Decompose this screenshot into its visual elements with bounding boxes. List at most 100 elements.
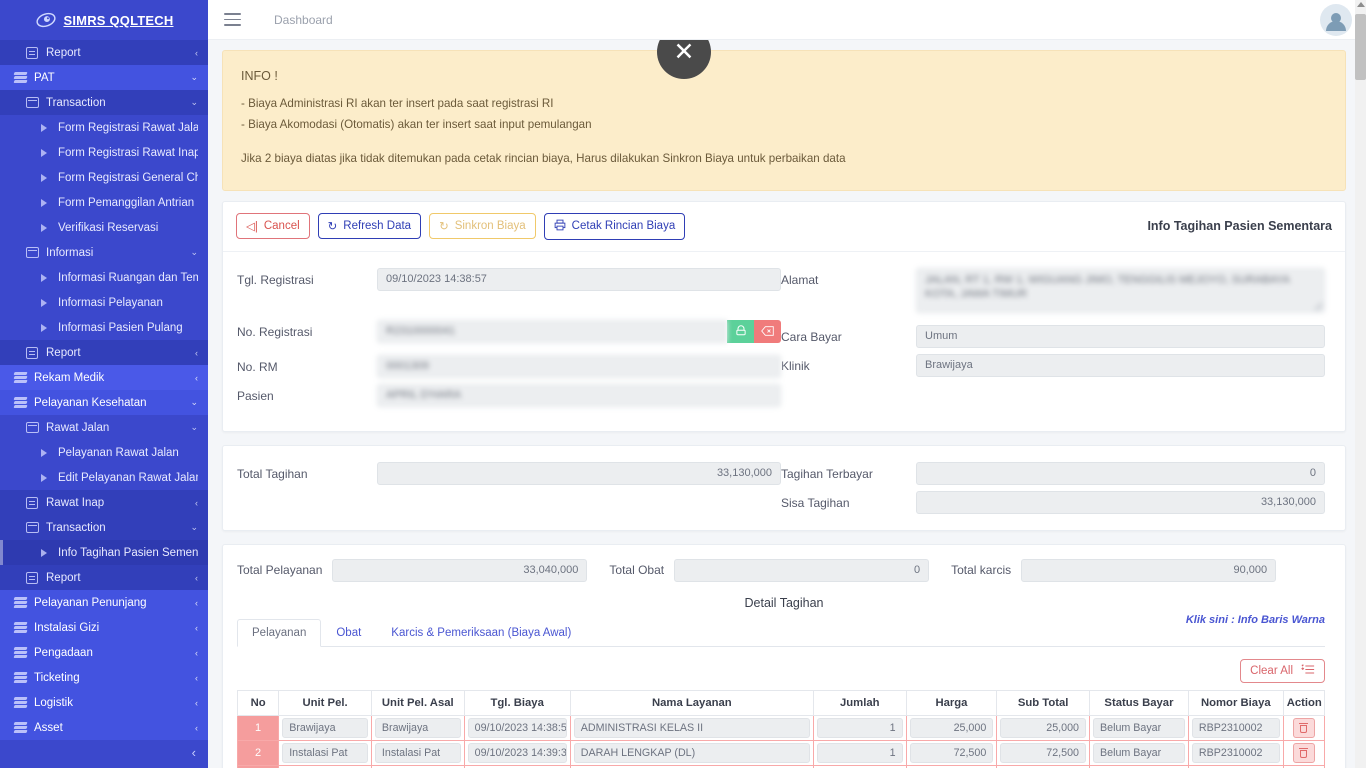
cell-value[interactable]: DARAH LENGKAP (DL)	[573, 742, 810, 763]
sidebar-item-report[interactable]: Report ‹	[0, 340, 208, 365]
delete-row-button[interactable]	[1292, 742, 1315, 763]
sidebar-item-rawat-jalan[interactable]: Rawat Jalan ⌄	[0, 415, 208, 440]
cell-value[interactable]: 09/10/2023 14:38:57	[467, 717, 567, 738]
sidebar-item-edit-pelayanan-rawat-jalan[interactable]: Edit Pelayanan Rawat Jalan	[0, 465, 208, 490]
radar-logo-icon	[35, 9, 57, 31]
alamat-textarea[interactable]: JALAN, RT 1, RW 1, WIGUANG JIMO, TENGGIL…	[916, 267, 1325, 313]
cell-value[interactable]: 1	[816, 717, 903, 738]
tgl-registrasi-label: Tgl. Registrasi	[237, 272, 314, 287]
cell-tgl: 09/10/2023 14:38:57	[463, 714, 571, 741]
sidebar-item-form-registrasi-general-checkup[interactable]: Form Registrasi General Checkup	[0, 165, 208, 190]
sidebar-item-label: PAT	[34, 71, 55, 84]
sidebar-item-pat[interactable]: PAT ⌄	[0, 65, 208, 90]
cancel-button-label: Cancel	[263, 220, 300, 233]
tab-pelayanan[interactable]: Pelayanan	[237, 618, 322, 647]
form-left-column: Tgl. Registrasi 09/10/2023 14:38:57 No. …	[237, 267, 781, 413]
cancel-button[interactable]: ◁| Cancel	[236, 213, 310, 240]
lock-icon[interactable]	[727, 319, 754, 343]
cell-status: Belum Bayar	[1089, 739, 1189, 766]
cell-value[interactable]: 25,000	[909, 717, 994, 738]
sidebar-item-transaction[interactable]: Transaction ⌄	[0, 90, 208, 115]
cell-value[interactable]: Brawijaya	[374, 717, 461, 738]
sidebar-item-label: Rekam Medik	[34, 371, 105, 384]
table-row[interactable]: 2 Instalasi Pat Instalasi Pat 09/10/2023 14…	[236, 739, 1326, 766]
cell-value[interactable]: RBP2310002	[1191, 742, 1280, 763]
sidebar-item-label: Edit Pelayanan Rawat Jalan	[58, 471, 198, 484]
stack-icon	[6, 597, 34, 609]
field-sisa-tagihan: Sisa Tagihan 33,130,000	[781, 490, 1325, 514]
cell-value[interactable]: Belum Bayar	[1093, 717, 1185, 738]
klinik-input[interactable]: Brawijaya	[916, 353, 1325, 377]
sinkron-biaya-button[interactable]: ↻ Sinkron Biaya	[429, 213, 536, 240]
table-row[interactable]: 1 Brawijaya Brawijaya 09/10/2023 14:38:57 AD…	[236, 714, 1326, 741]
sidebar-item-form-registrasi-rawat-inap[interactable]: Form Registrasi Rawat Inap	[0, 140, 208, 165]
brand[interactable]: SIMRS QQLTECH	[0, 0, 208, 40]
sidebar-item-info-tagihan-pasien-sementara[interactable]: Info Tagihan Pasien Sementara	[0, 540, 208, 565]
sidebar-item-asset[interactable]: Asset ‹	[0, 715, 208, 740]
clear-all-label: Clear All	[1250, 664, 1293, 677]
cell-value[interactable]: Belum Bayar	[1093, 742, 1185, 763]
sidebar-item-informasi-pasien-pulang[interactable]: Informasi Pasien Pulang	[0, 315, 208, 340]
sidebar-item-pelayanan-penunjang[interactable]: Pelayanan Penunjang ‹	[0, 590, 208, 615]
cell-value[interactable]: 09/10/2023 14:39:36	[467, 742, 567, 763]
clear-all-button[interactable]: Clear All	[1240, 658, 1325, 683]
sidebar-item-instalasi-gizi[interactable]: Instalasi Gizi ‹	[0, 615, 208, 640]
sidebar-item-rekam-medik[interactable]: Rekam Medik ‹	[0, 365, 208, 390]
hamburger-icon[interactable]	[224, 13, 241, 26]
sidebar-item-report[interactable]: Report ‹	[0, 565, 208, 590]
sidebar-item-pengadaan[interactable]: Pengadaan ‹	[0, 640, 208, 665]
refresh-data-button[interactable]: ↻ Refresh Data	[317, 213, 422, 240]
delete-row-button[interactable]	[1292, 717, 1315, 738]
chevron-left-icon[interactable]: ‹	[192, 745, 196, 760]
sidebar-item-report[interactable]: Report ‹	[0, 40, 208, 65]
row-number: 2	[236, 739, 280, 766]
cell-value[interactable]: Instalasi Pat	[374, 742, 461, 763]
cell-value[interactable]: Brawijaya	[282, 717, 368, 738]
cell-value[interactable]: 72,500	[1000, 742, 1086, 763]
cell-value[interactable]: 25,000	[1000, 717, 1086, 738]
sidebar-item-pelayanan-kesehatan[interactable]: Pelayanan Kesehatan ⌄	[0, 390, 208, 415]
detail-table-zone: Clear All No Unit Pel. Unit Pel. Asal Tg…	[223, 647, 1345, 768]
cell-value[interactable]: ADMINISTRASI KELAS II	[573, 717, 810, 738]
tab-karcis-pemeriksaan-biaya-awal[interactable]: Karcis & Pemeriksaan (Biaya Awal)	[376, 619, 586, 647]
cell-value[interactable]: 72,500	[909, 742, 994, 763]
backspace-icon[interactable]	[754, 319, 781, 343]
sidebar-item-informasi-ruangan-dan-tempat-tidur[interactable]: Informasi Ruangan dan Tempat Tidur	[0, 265, 208, 290]
scroll-up-arrow-icon[interactable]	[1357, 2, 1365, 7]
info-baris-warna-link[interactable]: Klik sini : Info Baris Warna	[1186, 614, 1325, 626]
sidebar-item-label: Info Tagihan Pasien Sementara	[58, 546, 198, 559]
cell-value[interactable]: Instalasi Pat	[282, 742, 368, 763]
vertical-scrollbar[interactable]	[1355, 0, 1366, 768]
sidebar-item-form-registrasi-rawat-jalan[interactable]: Form Registrasi Rawat Jalan	[0, 115, 208, 140]
cell-value[interactable]: RBP2310002	[1191, 717, 1280, 738]
stack-icon	[6, 372, 34, 384]
scrollbar-thumb[interactable]	[1355, 14, 1366, 80]
breadcrumb[interactable]: Dashboard	[274, 13, 333, 27]
sidebar-item-informasi[interactable]: Informasi ⌄	[0, 240, 208, 265]
sidebar-item-logistik[interactable]: Logistik ‹	[0, 690, 208, 715]
sidebar-item-pelayanan-rawat-jalan[interactable]: Pelayanan Rawat Jalan	[0, 440, 208, 465]
chevron-icon: ‹	[195, 672, 198, 683]
cetak-rincian-biaya-button[interactable]: Cetak Rincian Biaya	[543, 212, 686, 240]
sidebar-item-informasi-pelayanan[interactable]: Informasi Pelayanan	[0, 290, 208, 315]
no-registrasi-input[interactable]: R2310000041	[377, 319, 727, 343]
user-avatar-icon[interactable]	[1320, 3, 1352, 36]
tgl-registrasi-input[interactable]: 09/10/2023 14:38:57	[377, 267, 781, 291]
sidebar-item-ticketing[interactable]: Ticketing ‹	[0, 665, 208, 690]
tri-icon	[30, 298, 58, 307]
sidebar-item-label: Pelayanan Penunjang	[34, 596, 147, 609]
sidebar-item-transaction[interactable]: Transaction ⌄	[0, 515, 208, 540]
tab-obat[interactable]: Obat	[321, 619, 376, 647]
chevron-icon: ⌄	[190, 397, 198, 407]
cell-value[interactable]: 1	[816, 742, 903, 763]
sidebar-item-label: Form Registrasi Rawat Jalan	[58, 121, 198, 134]
no-rm-input[interactable]: 0001309	[377, 354, 781, 378]
sinkron-biaya-label: Sinkron Biaya	[454, 220, 526, 233]
sidebar-item-verifikasi-reservasi[interactable]: Verifikasi Reservasi	[0, 215, 208, 240]
chevron-icon: ⌄	[190, 422, 198, 432]
cara-bayar-input[interactable]: Umum	[916, 324, 1325, 348]
chevron-icon: ‹	[195, 47, 198, 58]
sidebar-item-rawat-inap[interactable]: Rawat Inap ‹	[0, 490, 208, 515]
pasien-input[interactable]: APRIL D'HARA	[377, 383, 781, 407]
sidebar-item-form-pemanggilan-antrian[interactable]: Form Pemanggilan Antrian	[0, 190, 208, 215]
